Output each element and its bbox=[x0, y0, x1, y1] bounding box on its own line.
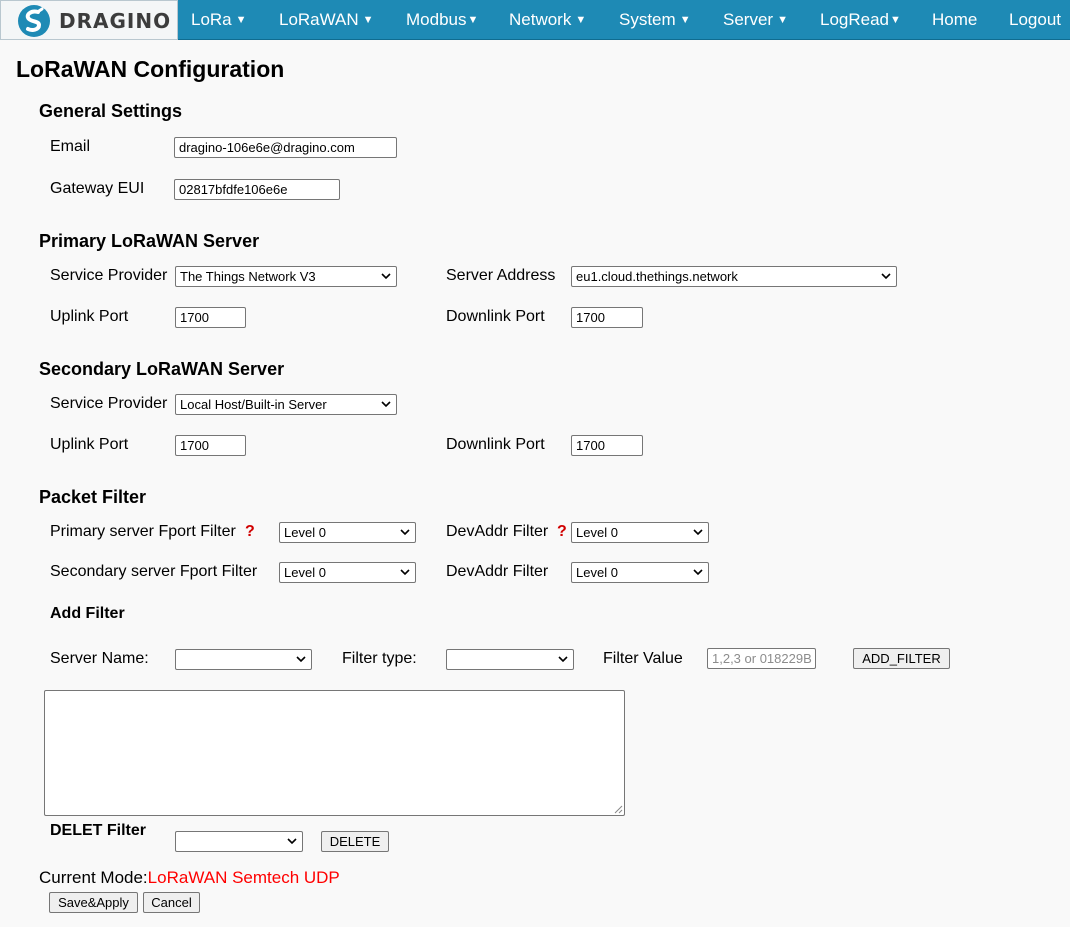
chevron-down-icon bbox=[296, 656, 306, 663]
nav-modbus-label: Modbus bbox=[406, 10, 467, 29]
caret-down-icon: ▼ bbox=[575, 14, 587, 26]
chevron-down-icon bbox=[558, 656, 568, 663]
secondary-downlink-field[interactable]: 1700 bbox=[571, 435, 643, 456]
email-field[interactable]: dragino-106e6e@dragino.com bbox=[174, 137, 397, 158]
secondary-devaddr-select[interactable]: Level 0 bbox=[571, 562, 709, 583]
nav-lorawan-label: LoRaWAN bbox=[279, 10, 359, 29]
primary-provider-select[interactable]: The Things Network V3 bbox=[175, 266, 397, 287]
brand-logo[interactable]: DRAGINO bbox=[0, 0, 178, 40]
filter-value-label: Filter Value bbox=[603, 650, 683, 667]
nav-lora-label: LoRa bbox=[191, 10, 232, 29]
delete-filter-select[interactable] bbox=[175, 831, 303, 852]
secondary-provider-select[interactable]: Local Host/Built-in Server bbox=[175, 394, 397, 415]
primary-uplink-label: Uplink Port bbox=[50, 308, 129, 325]
email-label: Email bbox=[50, 138, 91, 155]
chevron-down-icon bbox=[881, 273, 891, 280]
primary-address-value: eu1.cloud.thethings.network bbox=[576, 269, 738, 284]
primary-devaddr-value: Level 0 bbox=[576, 525, 618, 540]
primary-address-label: Server Address bbox=[446, 267, 556, 284]
primary-server-heading: Primary LoRaWAN Server bbox=[39, 231, 260, 251]
top-navbar: DRAGINO LoRa ▼ LoRaWAN ▼ Modbus▼ Network ▼ … bbox=[0, 0, 1070, 40]
packet-filter-heading: Packet Filter bbox=[39, 487, 147, 507]
add-filter-heading: Add Filter bbox=[50, 605, 125, 622]
chevron-down-icon bbox=[287, 838, 297, 845]
dragino-logo-icon bbox=[18, 5, 50, 37]
caret-down-icon: ▼ bbox=[467, 14, 479, 26]
primary-provider-value: The Things Network V3 bbox=[180, 269, 316, 284]
current-mode-value: LoRaWAN Semtech UDP bbox=[147, 868, 340, 887]
nav-server-label: Server bbox=[723, 10, 774, 29]
filter-type-select[interactable] bbox=[446, 649, 574, 670]
nav-lora-menu[interactable]: LoRa ▼ bbox=[191, 10, 247, 30]
secondary-downlink-label: Downlink Port bbox=[446, 436, 545, 453]
nav-server-menu[interactable]: Server ▼ bbox=[723, 10, 788, 30]
secondary-fport-select[interactable]: Level 0 bbox=[279, 562, 416, 583]
chevron-down-icon bbox=[693, 569, 703, 576]
delete-filter-heading: DELET Filter bbox=[50, 822, 147, 839]
nav-network-label: Network bbox=[509, 10, 572, 29]
secondary-devaddr-value: Level 0 bbox=[576, 565, 618, 580]
nav-logread-menu[interactable]: LogRead▼ bbox=[820, 10, 901, 30]
primary-downlink-label: Downlink Port bbox=[446, 308, 545, 325]
caret-down-icon: ▼ bbox=[235, 14, 247, 26]
nav-home-link[interactable]: Home bbox=[932, 10, 977, 30]
chevron-down-icon bbox=[381, 273, 391, 280]
nav-system-menu[interactable]: System ▼ bbox=[619, 10, 691, 30]
gateway-eui-field[interactable]: 02817bfdfe106e6e bbox=[174, 179, 340, 200]
primary-address-select[interactable]: eu1.cloud.thethings.network bbox=[571, 266, 897, 287]
primary-downlink-field[interactable]: 1700 bbox=[571, 307, 643, 328]
primary-fport-value: Level 0 bbox=[284, 525, 326, 540]
secondary-uplink-label: Uplink Port bbox=[50, 436, 129, 453]
help-icon[interactable]: ? bbox=[245, 523, 255, 541]
secondary-devaddr-label: DevAddr Filter bbox=[446, 563, 549, 580]
nav-logread-label: LogRead bbox=[820, 10, 890, 29]
primary-uplink-field[interactable]: 1700 bbox=[175, 307, 246, 328]
cancel-button[interactable]: Cancel bbox=[143, 892, 200, 913]
gateway-eui-label: Gateway EUI bbox=[50, 180, 145, 197]
filter-value-input[interactable]: 1,2,3 or 018229B bbox=[707, 648, 816, 669]
save-apply-button[interactable]: Save&Apply bbox=[49, 892, 138, 913]
secondary-provider-value: Local Host/Built-in Server bbox=[180, 397, 327, 412]
primary-fport-label: Primary server Fport Filter bbox=[50, 523, 236, 540]
page-title: LoRaWAN Configuration bbox=[16, 56, 285, 82]
secondary-fport-value: Level 0 bbox=[284, 565, 326, 580]
caret-down-icon: ▼ bbox=[679, 14, 691, 26]
chevron-down-icon bbox=[400, 529, 410, 536]
primary-devaddr-label: DevAddr Filter bbox=[446, 523, 549, 540]
caret-down-icon: ▼ bbox=[362, 14, 374, 26]
chevron-down-icon bbox=[400, 569, 410, 576]
primary-devaddr-select[interactable]: Level 0 bbox=[571, 522, 709, 543]
add-filter-button[interactable]: ADD_FILTER bbox=[853, 648, 950, 669]
server-name-label: Server Name: bbox=[50, 650, 149, 667]
server-name-select[interactable] bbox=[175, 649, 312, 670]
current-mode: Current Mode:LoRaWAN Semtech UDP bbox=[39, 868, 340, 888]
nav-home-label: Home bbox=[932, 10, 978, 29]
brand-name: DRAGINO bbox=[59, 9, 172, 33]
nav-system-label: System bbox=[619, 10, 676, 29]
caret-down-icon: ▼ bbox=[890, 14, 901, 26]
secondary-provider-label: Service Provider bbox=[50, 395, 168, 412]
filter-list-textarea[interactable] bbox=[44, 690, 625, 816]
help-icon[interactable]: ? bbox=[557, 523, 567, 541]
chevron-down-icon bbox=[693, 529, 703, 536]
delete-button[interactable]: DELETE bbox=[321, 831, 389, 852]
chevron-down-icon bbox=[381, 401, 391, 408]
filter-type-label: Filter type: bbox=[342, 650, 417, 667]
nav-network-menu[interactable]: Network ▼ bbox=[509, 10, 586, 30]
secondary-uplink-field[interactable]: 1700 bbox=[175, 435, 246, 456]
nav-logout-label: Logout bbox=[1009, 10, 1061, 29]
secondary-fport-label: Secondary server Fport Filter bbox=[50, 563, 258, 580]
caret-down-icon: ▼ bbox=[777, 14, 788, 26]
secondary-server-heading: Secondary LoRaWAN Server bbox=[39, 359, 285, 379]
primary-fport-select[interactable]: Level 0 bbox=[279, 522, 416, 543]
primary-provider-label: Service Provider bbox=[50, 267, 168, 284]
general-settings-heading: General Settings bbox=[39, 101, 183, 121]
nav-logout-link[interactable]: Logout bbox=[1009, 10, 1061, 30]
current-mode-label: Current Mode: bbox=[39, 868, 148, 887]
resize-grip-icon[interactable] bbox=[613, 804, 623, 814]
nav-lorawan-menu[interactable]: LoRaWAN ▼ bbox=[279, 10, 374, 30]
nav-modbus-menu[interactable]: Modbus▼ bbox=[406, 10, 478, 30]
